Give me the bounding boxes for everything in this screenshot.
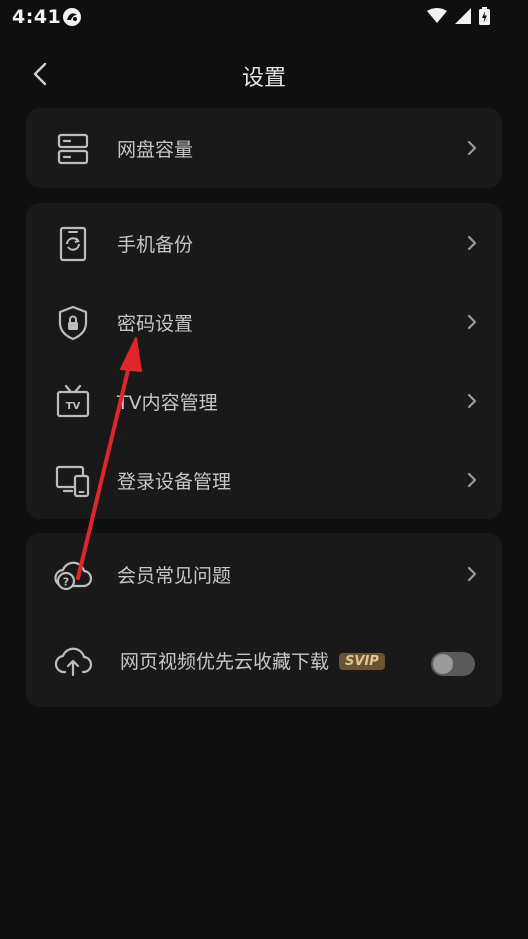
svg-text:TV: TV [66, 401, 81, 412]
web-video-download-toggle[interactable] [431, 652, 475, 676]
cloud-question-icon: ? [54, 561, 92, 591]
svg-text:?: ? [63, 576, 69, 589]
battery-charging-icon [479, 7, 490, 25]
header: 设置 [0, 48, 528, 100]
chevron-right-icon [467, 235, 477, 251]
chevron-right-icon [467, 472, 477, 488]
chevron-right-icon [467, 140, 477, 156]
row-label-text: 网页视频优先云收藏下载 [120, 651, 330, 673]
chevron-right-icon [467, 393, 477, 409]
row-tv-content[interactable]: TV TV内容管理 [26, 366, 502, 436]
server-storage-icon [57, 133, 89, 165]
row-web-video-download: 网页视频优先云收藏下载 SVIP [26, 625, 502, 695]
page-title: 设置 [241, 66, 286, 91]
chevron-right-icon [467, 314, 477, 330]
row-label: 网盘容量 [117, 139, 194, 161]
settings-group-storage: 网盘容量 [26, 108, 502, 188]
phone-backup-icon [59, 226, 87, 262]
row-phone-backup[interactable]: 手机备份 [26, 208, 502, 278]
settings-group-account: 手机备份 密码设置 TV TV内容管理 登录设备管理 [26, 203, 502, 519]
row-password-settings[interactable]: 密码设置 [26, 287, 502, 357]
toggle-knob [433, 654, 453, 674]
shield-lock-icon [58, 305, 88, 341]
tv-icon: TV [56, 384, 90, 418]
signal-icon [455, 8, 471, 24]
row-label: 会员常见问题 [117, 565, 232, 587]
devices-icon [55, 465, 90, 498]
row-storage-capacity[interactable]: 网盘容量 [26, 113, 502, 183]
settings-group-membership: ? 会员常见问题 网页视频优先云收藏下载 SVIP [26, 533, 502, 707]
app-notification-icon [63, 8, 81, 26]
status-right [427, 7, 490, 25]
chevron-right-icon [467, 566, 477, 582]
row-member-faq[interactable]: ? 会员常见问题 [26, 539, 502, 609]
row-label: 密码设置 [117, 313, 194, 335]
row-label: 登录设备管理 [117, 471, 232, 493]
row-label: 网页视频优先云收藏下载 SVIP [120, 647, 385, 674]
status-time: 4:41 [12, 6, 62, 28]
cloud-upload-icon [54, 647, 92, 677]
row-label: TV内容管理 [117, 392, 218, 414]
row-label: 手机备份 [117, 234, 194, 256]
row-login-devices[interactable]: 登录设备管理 [26, 445, 502, 515]
svip-badge: SVIP [339, 653, 385, 670]
wifi-icon [427, 8, 447, 23]
status-bar: 4:41 [0, 0, 528, 36]
